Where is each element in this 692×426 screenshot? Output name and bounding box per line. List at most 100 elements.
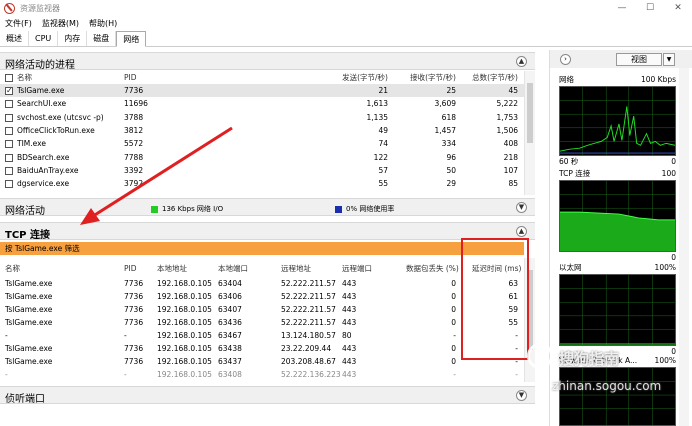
process-pid: 3788 (124, 112, 144, 122)
col-local-address[interactable]: 本地地址 (157, 262, 187, 275)
process-pid: 5572 (124, 139, 144, 149)
col-recv[interactable]: 接收(字节/秒) (390, 71, 456, 84)
graph-ethernet-title: 以太网 100% (559, 262, 676, 273)
col-name[interactable]: 名称 (17, 71, 32, 84)
sogou-logo-icon (527, 343, 553, 369)
collapse-icon[interactable]: ▲ (516, 226, 527, 237)
tcp-remote-address: 52.222.211.57 (281, 279, 336, 288)
select-all-checkbox[interactable] (5, 74, 13, 82)
title-bar: 资源监视器 — ☐ ✕ (0, 0, 692, 16)
process-recv: 3,609 (434, 99, 456, 109)
tcp-packet-loss: 0 (451, 292, 456, 301)
tcp-row[interactable]: - - 192.168.0.105 63408 52.222.136.223 443 - - (0, 368, 524, 381)
process-checkbox[interactable] (5, 84, 13, 97)
process-checkbox[interactable] (5, 166, 13, 175)
tab-overview[interactable]: 概述 (0, 31, 29, 46)
process-checkbox[interactable] (5, 180, 13, 189)
process-name: TIM.exe (17, 139, 46, 149)
processes-scrollbar[interactable] (524, 71, 535, 195)
chevron-right-icon[interactable]: › (560, 54, 571, 65)
tcp-row[interactable]: - - 192.168.0.105 63467 13.124.180.57 80 - - (0, 329, 524, 342)
expand-icon[interactable]: ▼ (516, 202, 527, 213)
process-row[interactable]: svchost.exe (utcsvc -p) 3788 1,135 618 1,753 (0, 111, 524, 124)
tcp-pid: 7736 (124, 344, 144, 353)
col-remote-address[interactable]: 远程地址 (281, 262, 311, 275)
tcp-local-port: 63438 (218, 344, 242, 353)
process-total: 218 (503, 152, 518, 162)
col-local-port[interactable]: 本地端口 (218, 262, 248, 275)
col-pid[interactable]: PID (124, 262, 137, 275)
tcp-section-header[interactable]: TCP 连接 ▲ (0, 222, 535, 241)
col-total[interactable]: 总数(字节/秒) (456, 71, 518, 84)
process-row[interactable]: SearchUI.exe 11696 1,613 3,609 5,222 (0, 97, 524, 110)
tcp-row[interactable]: TslGame.exe 7736 192.168.0.105 63404 52.222.… (0, 277, 524, 290)
menu-file[interactable]: 文件(F) (0, 18, 37, 29)
tcp-row[interactable]: TslGame.exe 7736 192.168.0.105 63436 52.222.… (0, 316, 524, 329)
process-row[interactable]: BDSearch.exe 7788 122 96 218 (0, 151, 524, 164)
process-recv: 50 (446, 165, 456, 175)
maximize-button[interactable]: ☐ (636, 0, 664, 16)
tcp-packet-loss: 0 (451, 344, 456, 353)
chevron-down-icon[interactable]: ▼ (663, 53, 675, 66)
tcp-row[interactable]: TslGame.exe 7736 192.168.0.105 63438 23.22.2… (0, 342, 524, 355)
process-checkbox[interactable] (5, 100, 13, 109)
process-row[interactable]: BaiduAnTray.exe 3392 57 50 107 (0, 164, 524, 177)
tcp-local-port: 63436 (218, 318, 242, 327)
tab-memory[interactable]: 内存 (58, 31, 88, 46)
process-send: 55 (378, 179, 388, 189)
tab-bar: 概述 CPU 内存 磁盘 网络 (0, 31, 692, 47)
expand-icon[interactable]: ▼ (516, 390, 527, 401)
tcp-local-port: 63406 (218, 292, 242, 301)
tcp-latency: - (515, 357, 518, 366)
tab-disk[interactable]: 磁盘 (87, 31, 117, 46)
tcp-pid: 7736 (124, 305, 144, 314)
process-name: OfficeClickToRun.exe (17, 125, 95, 135)
process-row[interactable]: OfficeClickToRun.exe 3812 49 1,457 1,506 (0, 124, 524, 137)
tcp-row[interactable]: TslGame.exe 7736 192.168.0.105 63407 52.222.… (0, 303, 524, 316)
process-send: 74 (378, 139, 388, 149)
network-activity-section-header[interactable]: 网络活动 136 Kbps 网络 I/O 0% 网络使用率 ▼ (0, 198, 535, 217)
tcp-table: 名称 PID 本地地址 本地端口 远程地址 远程端口 数据包丢失 (%) 延迟时… (0, 258, 524, 382)
tab-cpu[interactable]: CPU (29, 31, 59, 46)
tcp-pid: 7736 (124, 292, 144, 301)
process-checkbox[interactable] (5, 140, 13, 149)
process-row[interactable]: TslGame.exe 7736 21 25 45 (0, 84, 524, 97)
close-button[interactable]: ✕ (664, 0, 692, 16)
tcp-row[interactable]: TslGame.exe 7736 192.168.0.105 63406 52.222.… (0, 290, 524, 303)
col-pid[interactable]: PID (124, 71, 137, 84)
menu-monitor[interactable]: 监视器(M) (37, 18, 84, 29)
process-row[interactable]: TIM.exe 5572 74 334 408 (0, 137, 524, 150)
tcp-packet-loss: 0 (451, 305, 456, 314)
tcp-remote-address: 52.222.136.223 (281, 370, 341, 379)
col-send[interactable]: 发送(字节/秒) (300, 71, 388, 84)
graph-tcp-title: TCP 连接 100 (559, 168, 676, 179)
process-total: 107 (503, 165, 518, 175)
col-remote-port[interactable]: 远程端口 (342, 262, 372, 275)
collapse-icon[interactable]: ▲ (516, 56, 527, 67)
process-checkbox[interactable] (5, 126, 13, 135)
col-name[interactable]: 名称 (5, 262, 20, 275)
tab-network[interactable]: 网络 (116, 31, 147, 47)
tcp-local-port: 63407 (218, 305, 242, 314)
tcp-local-port: 63404 (218, 279, 242, 288)
tcp-remote-address: 52.222.211.57 (281, 305, 336, 314)
process-checkbox[interactable] (5, 113, 13, 122)
process-checkbox[interactable] (5, 153, 13, 162)
minimize-button[interactable]: — (608, 0, 636, 16)
col-latency[interactable]: 延迟时间 (ms) (472, 262, 521, 275)
tcp-remote-address: 23.22.209.44 (281, 344, 332, 353)
process-row[interactable]: dgservice.exe 3792 55 29 85 (0, 177, 524, 190)
menu-help[interactable]: 帮助(H) (84, 18, 122, 29)
process-name: BDSearch.exe (17, 152, 70, 162)
graph-name: 网络 (559, 75, 574, 84)
listening-ports-section-header[interactable]: 侦听端口 ▼ (0, 386, 535, 405)
col-packet-loss[interactable]: 数据包丢失 (%) (406, 262, 459, 275)
tcp-row[interactable]: TslGame.exe 7736 192.168.0.105 63437 203.208… (0, 355, 524, 368)
process-pid: 7736 (124, 86, 144, 95)
processes-section-header[interactable]: 网络活动的进程 ▲ (0, 52, 535, 71)
resource-monitor-icon (4, 2, 15, 14)
view-button[interactable]: 视图 (616, 53, 662, 66)
menu-bar: 文件(F) 监视器(M) 帮助(H) (0, 16, 692, 30)
ethernet-graph (559, 274, 676, 346)
tcp-latency: - (515, 370, 518, 379)
